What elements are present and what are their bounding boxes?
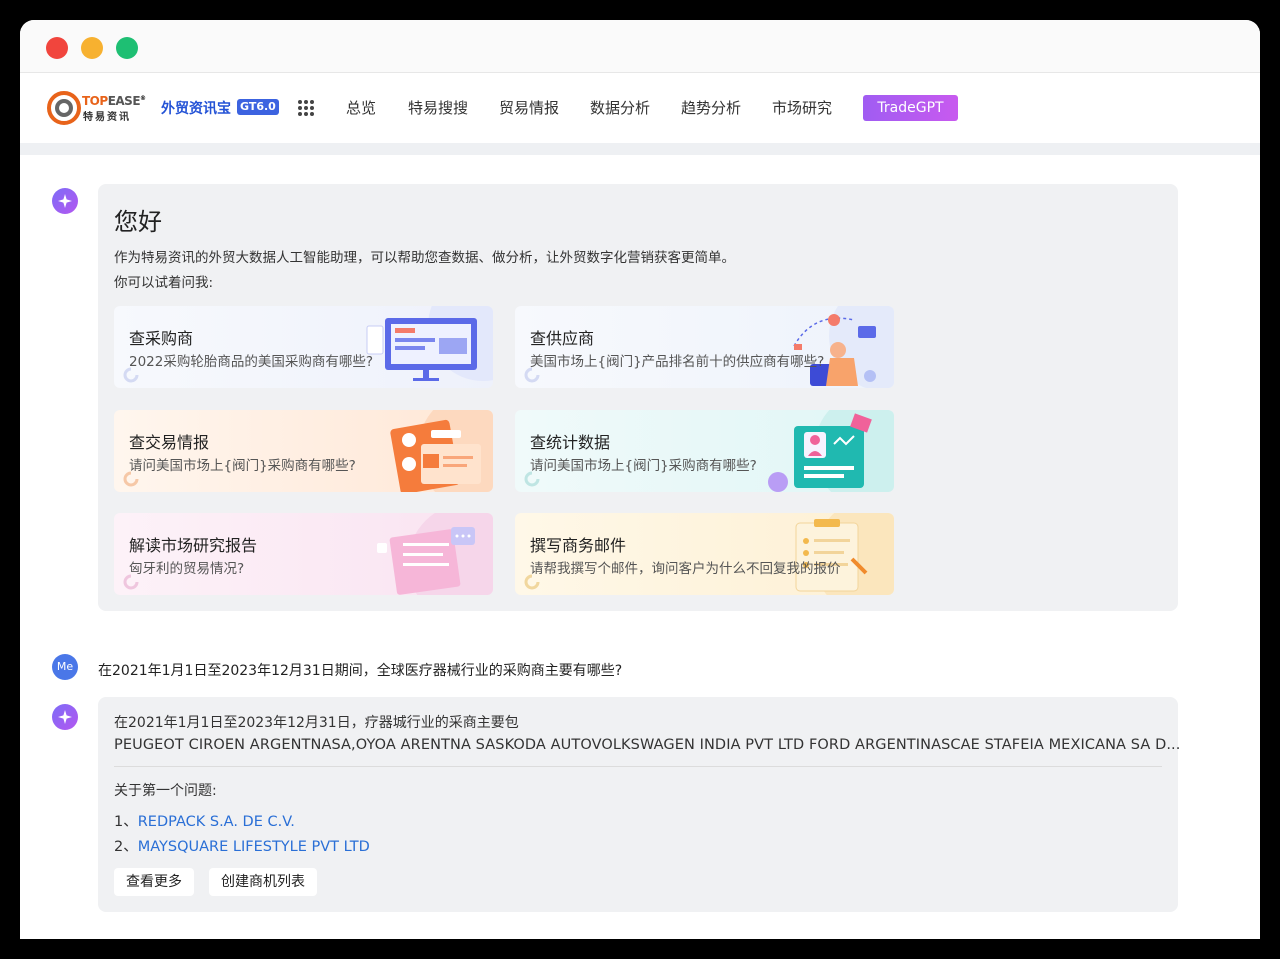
nav-item-trade-intel[interactable]: 贸易情报 [499,97,559,118]
card-title: 查交易情报 [129,433,210,452]
suggestion-card-business-email[interactable]: 撰写商务邮件 请帮我撰写个邮件，询问客户为什么不回复我的报价 [515,513,894,595]
brand-name-part-b: EASE [107,94,141,108]
greeting-prompt: 你可以试着问我: [114,275,214,291]
greeting-title: 您好 [114,208,162,236]
nav-item-search[interactable]: 特易搜搜 [408,97,468,118]
list-item: 1、REDPACK S.A. DE C.V. [114,810,295,831]
card-subtitle: 请帮我撰写个邮件，询问客户为什么不回复我的报价 [530,561,841,577]
ai-assistant-avatar [52,188,78,214]
greeting-intro: 作为特易资讯的外贸大数据人工智能助理，可以帮助您查数据、做分析，让外贸数字化营销… [114,250,735,266]
grid-icon[interactable] [297,99,315,117]
supplier-illustration-icon [793,306,894,388]
user-avatar: Me [52,654,78,680]
card-title: 查供应商 [530,329,595,348]
brand-name: TOPEASE® [82,94,146,108]
card-title: 查统计数据 [530,433,611,452]
nav-item-data-analysis[interactable]: 数据分析 [590,97,650,118]
topease-logo-icon[interactable] [47,91,81,125]
create-opportunity-list-button[interactable]: 创建商机列表 [209,868,317,896]
product-name[interactable]: 外贸资讯宝 [161,98,231,118]
greeting-bubble: 您好 作为特易资讯的外贸大数据人工智能助理，可以帮助您查数据、做分析，让外贸数字… [98,184,1178,611]
card-subtitle: 匈牙利的贸易情况? [129,561,245,577]
nav-divider [20,143,1260,155]
answer-divider [114,766,1162,767]
view-more-button[interactable]: 查看更多 [114,868,194,896]
statistics-illustration-icon [768,410,894,492]
card-title: 解读市场研究报告 [129,536,258,555]
suggestion-card-market-report[interactable]: 解读市场研究报告 匈牙利的贸易情况? [114,513,493,595]
suggestion-card-statistics[interactable]: 查统计数据 请问美国市场上{阀门}采购商有哪些? [515,410,894,492]
suggestion-card-suppliers[interactable]: 查供应商 美国市场上{阀门}产品排名前十的供应商有哪些? [515,306,894,388]
card-title: 撰写商务邮件 [530,536,627,555]
chat-report-illustration-icon [377,513,493,595]
list-item-number: 1、 [114,814,138,830]
user-question: 在2021年1月1日至2023年12月31日期间，全球医疗器械行业的采购商主要有… [98,663,623,679]
answer-bubble: 在2021年1月1日至2023年12月31日，疗器城行业的采商主要包 PEUGE… [98,697,1181,912]
top-navbar: TOPEASE® 特易资讯 外贸资讯宝 GT6.0 总览 特易搜搜 贸易情报 数… [20,73,1260,143]
company-link-redpack[interactable]: REDPACK S.A. DE C.V. [138,814,295,830]
suggestion-card-buyers[interactable]: 查采购商 2022采购轮胎商品的美国采购商有哪些? [114,306,493,388]
ai-assistant-avatar [52,704,78,730]
answer-intro: 在2021年1月1日至2023年12月31日，疗器城行业的采商主要包 [114,715,519,731]
nav-item-overview[interactable]: 总览 [346,97,376,118]
suggestion-card-trade-intel[interactable]: 查交易情报 请问美国市场上{阀门}采购商有哪些? [114,410,493,492]
app-window: TOPEASE® 特易资讯 外贸资讯宝 GT6.0 总览 特易搜搜 贸易情报 数… [20,20,1260,939]
nav-item-market-research[interactable]: 市场研究 [772,97,832,118]
card-subtitle: 请问美国市场上{阀门}采购商有哪些? [129,458,356,474]
company-link-maysquare[interactable]: MAYSQUARE LIFESTYLE PVT LTD [138,839,370,855]
answer-section-title: 关于第一个问题: [114,783,217,799]
minimize-window-button[interactable] [81,37,103,59]
chat-area: 您好 作为特易资讯的外贸大数据人工智能助理，可以帮助您查数据、做分析，让外贸数字… [20,155,1260,939]
brand-name-part-a: TOP [82,94,108,108]
list-item-number: 2、 [114,839,138,855]
nav-item-trend-analysis[interactable]: 趋势分析 [681,97,741,118]
sparkle-icon [58,710,72,724]
clipboard-illustration-icon [795,513,894,595]
card-subtitle: 请问美国市场上{阀门}采购商有哪些? [530,458,757,474]
brand-subtitle: 特易资讯 [83,112,131,123]
card-subtitle: 2022采购轮胎商品的美国采购商有哪些? [129,354,374,370]
version-badge: GT6.0 [237,99,279,115]
tradegpt-button[interactable]: TradeGPT [863,95,958,121]
maximize-window-button[interactable] [116,37,138,59]
close-window-button[interactable] [46,37,68,59]
list-item: 2、MAYSQUARE LIFESTYLE PVT LTD [114,835,370,856]
window-titlebar [20,20,1260,73]
computer-illustration-icon [366,306,493,381]
answer-buyer-list: PEUGEOT CIROEN ARGENTNASA,OYOA ARENTNA S… [114,737,1181,753]
card-subtitle: 美国市场上{阀门}产品排名前十的供应商有哪些? [530,354,825,370]
registered-mark: ® [140,95,146,102]
sparkle-icon [58,194,72,208]
report-illustration-icon [390,410,493,492]
card-title: 查采购商 [129,329,194,348]
